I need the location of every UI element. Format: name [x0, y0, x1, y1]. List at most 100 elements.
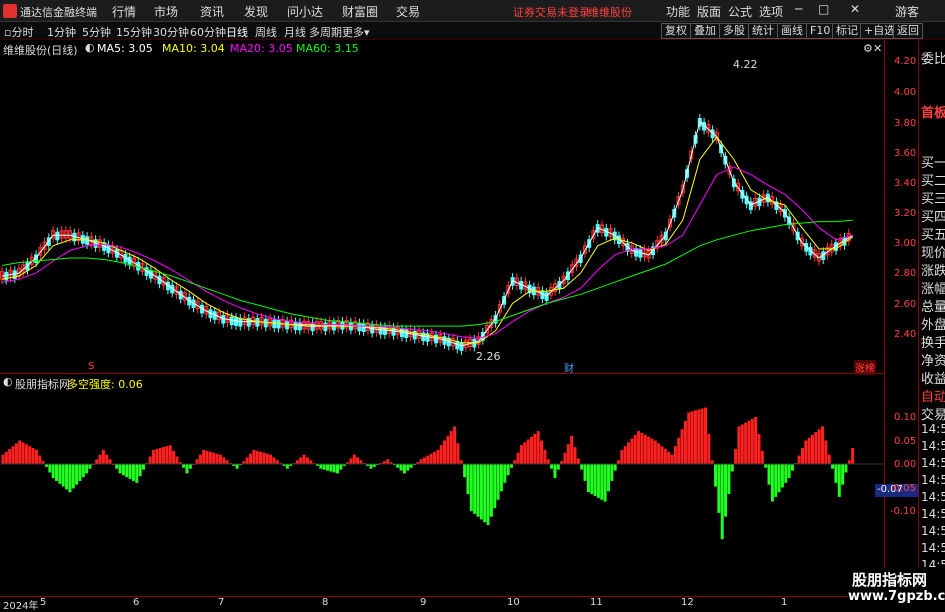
menu-hangqing[interactable]: 行情 — [112, 3, 136, 20]
menu-xuanxiang[interactable]: 选项 — [759, 3, 783, 20]
rp-buy4: 买四 — [921, 210, 945, 225]
period-daily[interactable]: 日线 — [226, 24, 248, 40]
main-chart-panel[interactable]: 维维股份(日线) ◐ MA5: 3.05 MA10: 3.04 MA20: 3.… — [0, 40, 916, 375]
menu-jiaoyi[interactable]: 交易 — [396, 3, 420, 20]
histogram-bar — [422, 457, 426, 464]
histogram-bar — [168, 445, 172, 464]
histogram-bar — [262, 452, 266, 464]
tool-diejia[interactable]: 叠加 — [690, 23, 720, 39]
histogram-bar — [804, 440, 808, 464]
period-more[interactable]: 更多▾ — [342, 24, 370, 40]
tl-month: 10 — [507, 597, 520, 608]
histogram-bar — [800, 448, 804, 464]
tool-back[interactable]: 返回 — [893, 23, 923, 39]
histogram-bar — [446, 435, 450, 464]
candlestick-chart[interactable] — [0, 40, 885, 374]
rank-tag[interactable]: 涨榜 — [854, 360, 876, 375]
finance-marker[interactable]: 财 — [564, 360, 574, 375]
histogram-bar — [657, 443, 661, 464]
histogram-bar — [172, 450, 176, 464]
period-15min[interactable]: 15分钟 — [116, 24, 152, 40]
rp-time: 14:56 — [921, 507, 945, 521]
histogram-bar — [202, 449, 206, 464]
histogram-bar — [667, 451, 671, 464]
histogram-bar — [473, 464, 477, 514]
rp-shouban: 首板 — [921, 106, 945, 121]
tool-tongji[interactable]: 统计 — [748, 23, 778, 39]
histogram-bar — [299, 457, 303, 464]
y-tick: 3.00 — [894, 238, 917, 249]
histogram-bar — [754, 417, 758, 464]
tool-huaxian[interactable]: 画线 — [777, 23, 807, 39]
histogram-bar — [583, 464, 587, 481]
menu-zixun[interactable]: 资讯 — [200, 3, 224, 20]
tool-biaoji[interactable]: 标记 — [832, 23, 862, 39]
histogram-bar — [764, 464, 768, 468]
histogram-bar — [710, 460, 714, 464]
histogram-bar — [218, 454, 222, 464]
histogram-bar — [623, 446, 627, 464]
rp-trade[interactable]: 交易 — [921, 404, 945, 423]
histogram-bar — [386, 459, 390, 464]
candle-body — [340, 321, 345, 330]
histogram-bar — [1, 454, 5, 464]
histogram-bar — [71, 464, 75, 489]
histogram-bar — [760, 450, 764, 464]
close-icon[interactable]: ✕ — [850, 2, 860, 16]
histogram-bar — [536, 431, 540, 464]
tool-fuquan[interactable]: 复权 — [661, 23, 691, 39]
histogram-bar — [235, 464, 239, 469]
sell-marker[interactable]: S — [88, 361, 94, 372]
rp-turnover: 换手 — [921, 336, 945, 351]
period-multi[interactable]: 多周期 — [309, 24, 342, 40]
tool-f10[interactable]: F10 — [806, 23, 835, 39]
period-60min[interactable]: 60分钟 — [190, 24, 226, 40]
histogram-bar — [580, 464, 584, 470]
histogram-bar — [148, 456, 152, 464]
histogram-bar — [336, 464, 340, 474]
period-30min[interactable]: 30分钟 — [153, 24, 189, 40]
menu-wenxiaoda[interactable]: 问小达 — [287, 3, 323, 20]
histogram-bar — [165, 446, 169, 464]
period-weekly[interactable]: 周线 — [255, 24, 277, 40]
sub-y-tick: -0.05 — [890, 483, 916, 494]
tool-duogu[interactable]: 多股 — [719, 23, 749, 39]
menu-banmian[interactable]: 版面 — [697, 3, 721, 20]
stock-link[interactable]: 维维股份 — [588, 4, 632, 20]
candle-body — [357, 322, 362, 332]
histogram-bar — [483, 464, 487, 523]
period-fenshi[interactable]: ▫分时 — [4, 24, 33, 40]
menu-caifuquan[interactable]: 财富圈 — [342, 3, 378, 20]
menu-gongshi[interactable]: 公式 — [728, 3, 752, 20]
histogram-bar — [489, 464, 493, 517]
rp-time: 14:56 — [921, 541, 945, 555]
histogram-bar — [433, 451, 437, 464]
histogram-bar — [774, 464, 778, 497]
menu-faxian[interactable]: 发现 — [244, 3, 268, 20]
histogram-bar — [208, 451, 212, 464]
histogram-bar — [697, 409, 701, 464]
guest-label[interactable]: 游客 — [895, 3, 919, 20]
rp-auto[interactable]: 自动 — [921, 386, 945, 405]
candle-body — [272, 319, 277, 329]
menu-gongneng[interactable]: 功能 — [666, 3, 690, 20]
quote-side-panel[interactable]: 委比 首板 买一 买二 买三 买四 买五 现价 涨跌 涨幅 总量 外盘 换手 净… — [918, 40, 945, 609]
candle-body — [234, 317, 239, 326]
candle-body — [285, 320, 290, 330]
maximize-icon[interactable]: □ — [818, 2, 829, 16]
period-5min[interactable]: 5分钟 — [82, 24, 111, 40]
indicator-histogram[interactable] — [0, 374, 885, 596]
login-notice[interactable]: 证券交易未登录 — [513, 4, 590, 20]
menu-shichang[interactable]: 市场 — [154, 3, 178, 20]
histogram-bar — [707, 433, 711, 464]
histogram-bar — [513, 460, 517, 464]
indicator-panel[interactable]: ◐ 股朋指标网 多空强度: 0.06 -0.07 0.10 0.05 0.00 … — [0, 374, 918, 596]
period-1min[interactable]: 1分钟 — [47, 24, 76, 40]
histogram-bar — [319, 464, 323, 469]
period-monthly[interactable]: 月线 — [284, 24, 306, 40]
histogram-bar — [78, 464, 82, 481]
minimize-icon[interactable]: ─ — [795, 2, 802, 16]
histogram-bar — [198, 454, 202, 464]
y-tick: 4.20 — [894, 56, 917, 67]
tl-month: 1 — [781, 597, 788, 608]
